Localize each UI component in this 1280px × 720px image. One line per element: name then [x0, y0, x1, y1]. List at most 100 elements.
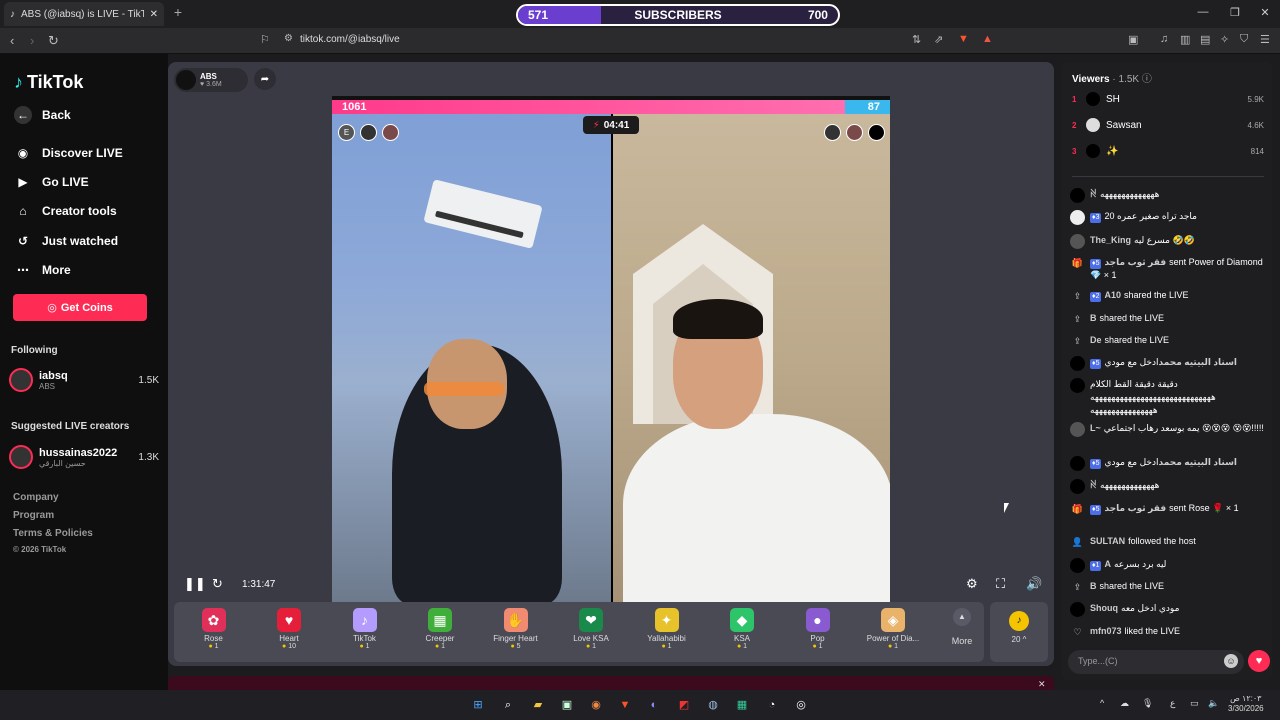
screenshot-icon[interactable]: ▣	[1128, 33, 1138, 46]
tray-chevron-icon[interactable]: ^	[1100, 698, 1104, 708]
brave-rewards-icon[interactable]: ▲	[982, 33, 993, 45]
speaker-icon[interactable]: 🔈	[1208, 698, 1219, 709]
top-viewer[interactable]: 1 SH 5.9K	[1072, 92, 1264, 106]
capcut-icon[interactable]: ◔	[764, 697, 780, 713]
back-icon[interactable]: ‹	[10, 33, 14, 48]
chat-username[interactable]: The_King	[1090, 235, 1131, 245]
coin-balance-button[interactable]: ♪ 20 ^	[990, 602, 1048, 662]
brave-shield-icon[interactable]: ▼	[958, 33, 969, 45]
bookmark-icon[interactable]: ⚐	[260, 33, 270, 46]
following-account[interactable]: iabsq ABS 1.5K	[9, 368, 159, 392]
left-top-gifter[interactable]: E	[338, 124, 355, 141]
chat-username[interactable]: SULTAN	[1090, 536, 1125, 546]
clock[interactable]: ١٢:٠٣ ص 3/30/2026	[1228, 694, 1264, 714]
obs-icon[interactable]: ◎	[793, 697, 809, 713]
translate-icon[interactable]: ⇅	[912, 33, 921, 46]
file-explorer-icon[interactable]: ▰	[530, 697, 546, 713]
leo-icon[interactable]: ✧	[1220, 33, 1229, 46]
language-indicator[interactable]: ع	[1170, 698, 1175, 709]
right-top-gifter[interactable]	[846, 124, 863, 141]
close-tab-icon[interactable]: ✕	[150, 9, 158, 20]
chat-message[interactable]: L~ يمه بوسعد رهاب اجتماعي 😵😵😵 😵😵!!!!!	[1070, 422, 1266, 437]
chat-username[interactable]: A	[1104, 559, 1111, 569]
footer-program[interactable]: Program	[13, 510, 54, 521]
chat-message[interactable]: ♦3 ماجد تراه صغير عمره 20	[1070, 210, 1266, 225]
right-top-gifter[interactable]	[868, 124, 885, 141]
refresh-stream-icon[interactable]: ↻	[212, 576, 223, 592]
chat-message[interactable]: ꋊ هههههههههههههه	[1070, 479, 1266, 494]
tiktok-logo[interactable]: ♪ TikTok	[14, 72, 83, 93]
chat-message[interactable]: ♦5 اسناد البيتيه محمدادخل مع مودي	[1070, 356, 1266, 371]
chat-username[interactable]: B	[1090, 313, 1097, 323]
sidebar-item-more[interactable]: ⋯ More	[14, 261, 71, 279]
top-viewer[interactable]: 3 ✨ 814	[1072, 144, 1264, 158]
forward-icon[interactable]: ›	[30, 33, 34, 48]
chat-message[interactable]: ⇪ De shared the LIVE	[1070, 334, 1266, 349]
fullscreen-icon[interactable]: ⛶	[996, 576, 1005, 592]
settings-icon[interactable]: ⚙	[966, 576, 978, 592]
chat-username[interactable]: Shouq	[1090, 603, 1118, 613]
sidebar-item-discover-live[interactable]: ◉ Discover LIVE	[14, 144, 123, 162]
windows-start-icon[interactable]: ⊞	[470, 697, 486, 713]
chat-message[interactable]: دقيقة دقيقة القط الكلام هههههههههههههههه…	[1070, 378, 1266, 417]
chat-message[interactable]: ⇪ Bshared the LIVE	[1070, 580, 1266, 595]
left-top-gifter[interactable]	[382, 124, 399, 141]
chat-username[interactable]: فقر ثوب ماجد	[1104, 503, 1166, 513]
left-top-gifter[interactable]	[360, 124, 377, 141]
get-coins-button[interactable]: ◎ Get Coins	[13, 294, 147, 321]
chat-message[interactable]: 👤 SULTAN followed the host	[1070, 535, 1266, 550]
gift-item[interactable]: ✦ Yallahabibi ● 1	[629, 602, 704, 662]
reload-icon[interactable]: ↻	[48, 33, 59, 49]
live-video[interactable]: 1061 87 ⚡ 04:41 E	[332, 96, 890, 602]
wallet-icon[interactable]: ▤	[1200, 33, 1210, 46]
right-top-gifter[interactable]	[824, 124, 841, 141]
cloud-icon[interactable]: ☁	[1120, 698, 1129, 709]
url-field[interactable]: tiktok.com/@iabsq/live	[300, 34, 400, 45]
chat-message[interactable]: ♦5 اسناد البيتيه محمدادخل مع مودي	[1070, 456, 1266, 471]
chat-username[interactable]: ꋊ	[1090, 480, 1097, 490]
chat-input[interactable]: Type...(C) ☺	[1068, 650, 1244, 674]
gift-item[interactable]: ♪ TikTok ● 1	[327, 602, 402, 662]
brave-icon[interactable]: ▼	[617, 697, 633, 713]
gift-item[interactable]: ✿ Rose ● 1	[176, 602, 251, 662]
gift-item[interactable]: ◆ KSA ● 1	[705, 602, 780, 662]
gift-item[interactable]: ◈ Power of Dia... ● 1	[856, 602, 931, 662]
mic-icon[interactable]: 🎙	[1142, 698, 1153, 709]
excel-icon[interactable]: ▦	[734, 697, 750, 713]
sidebar-item-back[interactable]: ← Back	[14, 106, 71, 124]
gift-item[interactable]: ✋ Finger Heart ● 5	[478, 602, 553, 662]
site-info-icon[interactable]: ⚙	[284, 33, 293, 44]
sidebar-item-go-live[interactable]: ▶ Go LIVE	[14, 173, 88, 191]
chat-username[interactable]: فقر ثوب ماجد	[1104, 257, 1166, 267]
pause-icon[interactable]: ❚❚	[184, 576, 206, 592]
share-icon[interactable]: ➦	[254, 68, 276, 90]
chat-username[interactable]: ꋊ	[1090, 189, 1097, 199]
close-banner-icon[interactable]: ✕	[1038, 679, 1046, 690]
search-icon[interactable]: ⌕	[500, 697, 516, 713]
gift-item[interactable]: ▦ Creeper ● 1	[403, 602, 478, 662]
chat-username[interactable]: mfn073	[1090, 626, 1122, 636]
vpn-icon[interactable]: ⛉	[1240, 33, 1248, 46]
footer-company[interactable]: Company	[13, 492, 59, 503]
chat-username[interactable]: B	[1090, 581, 1097, 591]
chrome-icon[interactable]: ◉	[588, 697, 604, 713]
chat-message[interactable]: ♡ mfn073 liked the LIVE	[1070, 625, 1266, 640]
chat-message[interactable]: 🎁 ♦5 فقر ثوب ماجد sent Rose 🌹 × 1	[1070, 502, 1266, 517]
media-icon[interactable]: ♫	[1160, 33, 1168, 45]
chat-message[interactable]: Shouq مودي ادخل معه	[1070, 602, 1266, 617]
volume-icon[interactable]: 🔊	[1026, 576, 1042, 592]
network-icon[interactable]: ▭	[1190, 698, 1199, 709]
chat-message[interactable]: ⇪ Bshared the LIVE	[1070, 312, 1266, 327]
menu-icon[interactable]: ☰	[1260, 33, 1270, 46]
chat-username[interactable]: A10	[1104, 290, 1121, 300]
share-page-icon[interactable]: ⇗	[934, 33, 943, 46]
host-chip[interactable]: ABS ♥ 3.6M	[174, 68, 248, 92]
chat-message[interactable]: ꋊ هههههههههههههه	[1070, 188, 1266, 203]
store-icon[interactable]: ▣	[559, 697, 575, 713]
viewers-heading[interactable]: Viewers · 1.5K ⓘ	[1072, 70, 1152, 85]
chat-username[interactable]: اسناد البيتيه محمد	[1159, 457, 1238, 467]
gift-item[interactable]: ♥ Heart ● 10	[252, 602, 327, 662]
chat-message[interactable]: ⇪ ♦2 A10 shared the LIVE	[1070, 289, 1266, 304]
emoji-icon[interactable]: ☺	[1224, 654, 1238, 668]
more-gifts-button[interactable]: ▲ More	[940, 608, 984, 646]
